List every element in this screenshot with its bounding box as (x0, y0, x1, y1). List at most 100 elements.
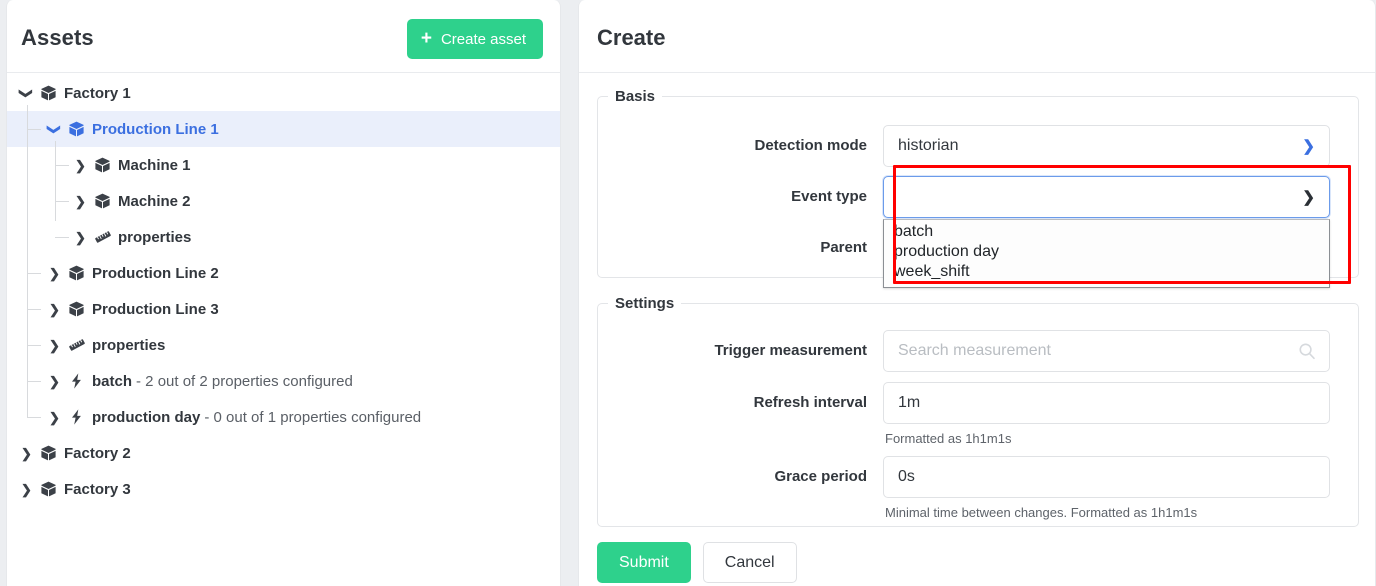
detection-mode-label: Detection mode (754, 137, 867, 154)
tree-guide-line (55, 237, 69, 238)
chevron-right-icon[interactable]: ❯ (47, 267, 62, 280)
cube-icon (67, 265, 86, 281)
tree-guide-line (27, 381, 41, 382)
event-type-option[interactable]: week_shift (884, 262, 1329, 282)
submit-button[interactable]: Submit (597, 542, 691, 583)
tree-item-factory-1[interactable]: ❯ Factory 1 (7, 75, 560, 111)
refresh-interval-input[interactable]: 1m (883, 382, 1330, 424)
create-panel-header: Create (579, 0, 1375, 73)
app-root: Assets + Create asset ❯ Factory 1 ❯ Product… (0, 0, 1376, 586)
tree-item-batch[interactable]: ❯ batch - 2 out of 2 properties configured (7, 363, 560, 399)
tree-guide-line (55, 201, 69, 202)
event-type-control: ❯ batch production day week_shift (883, 176, 1330, 288)
chevron-down-icon[interactable]: ❯ (47, 122, 62, 137)
tree-item-production-day[interactable]: ❯ production day - 0 out of 1 properties c… (7, 399, 560, 435)
trigger-measurement-input[interactable]: Search measurement (883, 330, 1330, 372)
event-type-option[interactable]: production day (884, 242, 1329, 262)
tree-item-machine-1[interactable]: ❯ Machine 1 (7, 147, 560, 183)
tree-item-production-line-1[interactable]: ❯ Production Line 1 (7, 111, 560, 147)
create-asset-button[interactable]: + Create asset (406, 19, 543, 59)
parent-label: Parent (820, 239, 867, 256)
refresh-interval-row: Refresh interval 1m Formatted as 1h1m1s (598, 382, 1330, 446)
trigger-measurement-control: Search measurement (883, 330, 1330, 372)
detection-mode-value: historian (898, 137, 959, 154)
tree-item-label: properties (118, 228, 192, 246)
assets-panel: Assets + Create asset ❯ Factory 1 ❯ Product… (6, 0, 561, 586)
chevron-down-icon[interactable]: ❯ (19, 86, 34, 101)
tree-guide-line (27, 417, 41, 418)
refresh-interval-hint: Formatted as 1h1m1s (885, 431, 1012, 446)
settings-legend: Settings (615, 295, 675, 312)
bolt-icon (67, 373, 86, 389)
cube-icon (93, 193, 112, 209)
refresh-interval-control: 1m Formatted as 1h1m1s (883, 382, 1330, 446)
trigger-measurement-row: Trigger measurement Search measurement (598, 330, 1330, 372)
basis-legend: Basis (615, 88, 656, 105)
cube-icon (93, 157, 112, 173)
grace-period-row: Grace period 0s Minimal time between cha… (598, 456, 1330, 520)
tree-guide-line (55, 141, 56, 221)
detection-mode-row: Detection mode historian ❯ (598, 125, 1330, 167)
cancel-button[interactable]: Cancel (702, 542, 797, 583)
grace-period-control: 0s Minimal time between changes. Formatt… (883, 456, 1330, 520)
chevron-right-icon[interactable]: ❯ (73, 159, 88, 172)
create-panel: Create Basis Detection mode historian ❯ … (578, 0, 1376, 586)
chevron-right-icon[interactable]: ❯ (19, 483, 34, 496)
tree-item-factory-3[interactable]: ❯ Factory 3 (7, 471, 560, 507)
tree-item-label: Machine 2 (118, 192, 191, 210)
cube-icon (67, 121, 86, 137)
trigger-measurement-label: Trigger measurement (714, 342, 867, 359)
tree-item-properties[interactable]: ❯ properties (7, 327, 560, 363)
tree-item-label: production day (92, 408, 201, 426)
tree-item-properties[interactable]: ❯ properties (7, 219, 560, 255)
detection-mode-select[interactable]: historian ❯ (883, 125, 1330, 167)
tree-guide-line (27, 273, 41, 274)
tree-guide-line (27, 129, 41, 130)
event-type-option-list[interactable]: batch production day week_shift (883, 219, 1330, 288)
refresh-interval-label: Refresh interval (753, 394, 867, 411)
tree-guide-line (27, 345, 41, 346)
tree-item-label: Production Line 2 (92, 264, 219, 282)
tree-item-production-line-3[interactable]: ❯ Production Line 3 (7, 291, 560, 327)
grace-period-input[interactable]: 0s (883, 456, 1330, 498)
tree-item-label: Factory 3 (64, 480, 131, 498)
tree-item-label: batch (92, 372, 133, 390)
form-actions: Submit Cancel (597, 542, 797, 583)
ruler-icon (67, 337, 86, 353)
event-type-row: Event type ❯ batch production day week_shi… (598, 176, 1330, 288)
tree-item-machine-2[interactable]: ❯ Machine 2 (7, 183, 560, 219)
chevron-right-icon[interactable]: ❯ (47, 339, 62, 352)
chevron-down-icon: ❯ (1302, 137, 1315, 155)
grace-period-hint: Minimal time between changes. Formatted … (885, 505, 1198, 520)
chevron-right-icon[interactable]: ❯ (47, 375, 62, 388)
ruler-icon (93, 229, 112, 245)
cube-icon (67, 301, 86, 317)
chevron-down-icon: ❯ (1302, 188, 1315, 206)
chevron-right-icon[interactable]: ❯ (19, 447, 34, 460)
event-type-select[interactable]: ❯ (883, 176, 1330, 218)
tree-item-label: Machine 1 (118, 156, 191, 174)
chevron-right-icon[interactable]: ❯ (47, 303, 62, 316)
event-type-option[interactable]: batch (884, 222, 1329, 242)
detection-mode-control: historian ❯ (883, 125, 1330, 167)
grace-period-label: Grace period (774, 468, 867, 485)
tree-guide-line (27, 105, 28, 417)
tree-item-label: properties (92, 336, 166, 354)
cube-icon (39, 481, 58, 497)
tree-item-label: Factory 1 (64, 84, 131, 102)
tree-item-label: Factory 2 (64, 444, 131, 462)
plus-icon: + (420, 27, 432, 49)
asset-tree: ❯ Factory 1 ❯ Production Line 1 ❯ Machine 1 ❯ M… (7, 73, 560, 507)
chevron-right-icon[interactable]: ❯ (47, 411, 62, 424)
page-title: Assets (21, 25, 94, 50)
chevron-right-icon[interactable]: ❯ (73, 195, 88, 208)
tree-item-label: Production Line 3 (92, 300, 219, 318)
settings-fieldset: Settings Trigger measurement Search meas… (597, 295, 1359, 527)
tree-item-sublabel: - 0 out of 1 properties configured (204, 408, 422, 426)
create-asset-button-label: Create asset (440, 30, 526, 48)
tree-item-factory-2[interactable]: ❯ Factory 2 (7, 435, 560, 471)
chevron-right-icon[interactable]: ❯ (73, 231, 88, 244)
tree-item-production-line-2[interactable]: ❯ Production Line 2 (7, 255, 560, 291)
create-panel-title: Create (597, 25, 666, 50)
tree-guide-line (27, 309, 41, 310)
